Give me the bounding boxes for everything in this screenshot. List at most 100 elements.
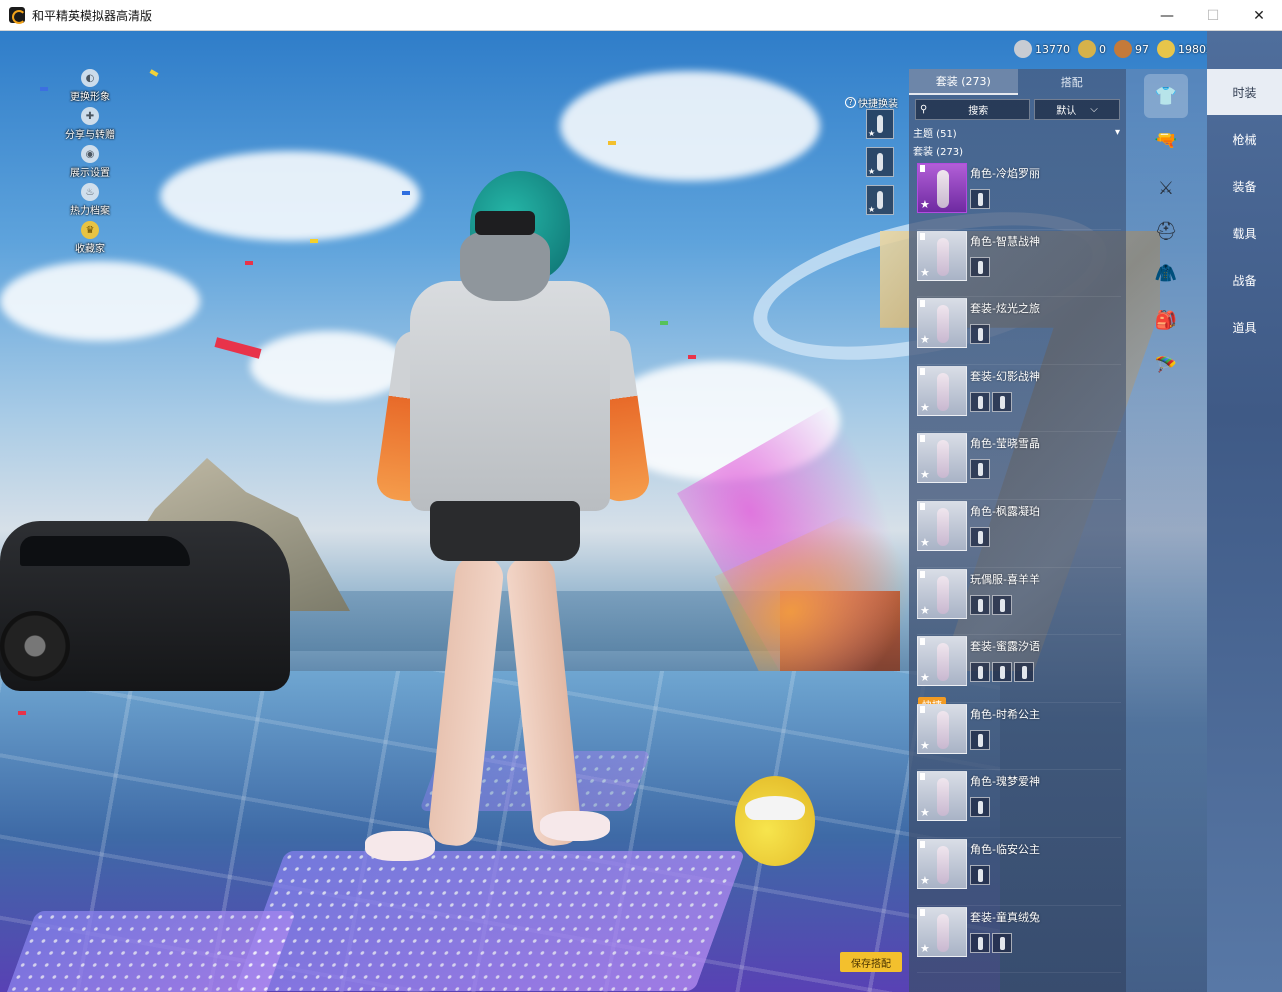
backpack-icon[interactable]: 🎒	[1146, 301, 1186, 339]
outfit-item[interactable]: ★ 角色-临安公主	[917, 838, 1121, 906]
category-tab[interactable]: 装备	[1207, 163, 1282, 209]
quick-slot[interactable]: ★	[866, 147, 894, 177]
search-input[interactable]: ⚲ 搜索	[915, 99, 1031, 120]
star-icon: ★	[920, 806, 930, 820]
outfit-figure	[937, 845, 949, 884]
quick-slot[interactable]: ★	[866, 185, 894, 215]
player-character[interactable]	[365, 171, 652, 891]
outfit-item[interactable]: ★ 套装-童真绒兔	[917, 906, 1121, 974]
outfit-part-slot[interactable]	[970, 459, 990, 480]
sort-dropdown[interactable]: 默认 ⌵	[1034, 99, 1120, 120]
sort-label: 默认	[1056, 106, 1077, 117]
confetti	[40, 87, 48, 91]
outfit-tabs: 套装 (273) 搭配	[909, 69, 1126, 95]
outfit-name: 套装-蜜露汐语	[970, 640, 1040, 654]
outfit-list: ★ 角色-冷焰罗丽 ★ 角色-智慧战神 ★ 套装-炫光之旅 ★ 套装-幻影战神 ★ 角色-莹晓雪晶…	[917, 162, 1121, 974]
helmet-icon[interactable]: ⛑	[1146, 212, 1186, 250]
confetti	[608, 141, 616, 145]
currency[interactable]: 0	[1078, 40, 1106, 58]
tag-icon	[920, 435, 925, 443]
outfit-part-slot[interactable]	[970, 729, 990, 750]
category-tab[interactable]: 战备	[1207, 257, 1282, 303]
outfit-part-slot[interactable]	[970, 256, 990, 277]
currency[interactable]: 97	[1114, 40, 1149, 58]
window-close-button[interactable]: ✕	[1236, 0, 1282, 31]
app-logo-icon	[9, 7, 26, 24]
star-icon: ★	[920, 333, 930, 347]
category-tab[interactable]: 枪械	[1207, 116, 1282, 162]
character-right-leg	[504, 554, 584, 848]
outfit-part-slot[interactable]	[970, 864, 990, 885]
outfit-part-slot[interactable]	[970, 391, 990, 412]
outfit-part-slot[interactable]	[970, 797, 990, 818]
left-menu-label: 收藏家	[75, 244, 105, 255]
outfit-name: 角色-瑰梦爱神	[970, 775, 1040, 789]
outfit-info: 角色-智慧战神	[970, 233, 1040, 277]
outfit-item[interactable]: 快捷★角色-时希公主	[917, 696, 1121, 771]
outfit-item[interactable]: ★ 角色-莹晓雪晶	[917, 432, 1121, 500]
flame-icon: ♨	[81, 183, 99, 201]
outfit-figure	[937, 710, 949, 749]
outfit-part-slot[interactable]	[992, 594, 1012, 615]
weapon-icon[interactable]: ⚔	[1146, 169, 1186, 207]
outfit-part-slot[interactable]	[970, 189, 990, 209]
outfit-item[interactable]: ★ 角色-冷焰罗丽	[917, 162, 1121, 230]
left-menu-item[interactable]: ♨ 热力档案	[60, 183, 120, 221]
chick-pet[interactable]	[735, 776, 815, 866]
outfit-part-slot[interactable]	[992, 391, 1012, 412]
outfit-item[interactable]: ★ 套装-幻影战神	[917, 365, 1121, 433]
outfit-part-slot[interactable]	[992, 662, 1012, 683]
quick-slot[interactable]: ★	[866, 109, 894, 139]
minimize-button[interactable]: —	[1144, 0, 1190, 31]
outfit-item[interactable]: ★ 套装-炫光之旅	[917, 297, 1121, 365]
outfit-info: 角色-临安公主	[970, 841, 1040, 885]
outfit-item[interactable]: ★ 角色-智慧战神	[917, 230, 1121, 298]
outfit-part-slot[interactable]	[970, 932, 990, 953]
parachute-icon[interactable]: 🪂	[1146, 346, 1186, 384]
confetti	[18, 711, 26, 715]
outfit-part-slot[interactable]	[970, 526, 990, 547]
outfit-item[interactable]: ★ 角色-枫露凝珀	[917, 500, 1121, 568]
gun-skin-icon[interactable]: 🔫	[1146, 121, 1186, 159]
outfit-part-slot[interactable]	[1014, 662, 1034, 683]
outfit-icon[interactable]: 👕	[1144, 74, 1188, 118]
jacket-icon[interactable]: 🧥	[1146, 254, 1186, 292]
left-menu-item[interactable]: ♛ 收藏家	[60, 221, 120, 259]
left-menu-label: 展示设置	[70, 168, 110, 179]
left-menu-item[interactable]: ◐ 更换形象	[60, 69, 120, 107]
confetti	[149, 69, 159, 77]
collector-badge-icon: ♛	[81, 221, 99, 239]
currency[interactable]: 19802	[1157, 40, 1213, 58]
outfit-figure	[877, 191, 883, 209]
outfit-info: 套装-童真绒兔	[970, 909, 1040, 953]
theme-group-header[interactable]: 主题 (51) ▾	[913, 125, 1120, 140]
currency-value: 0	[1099, 42, 1106, 56]
help-icon[interactable]: ?	[845, 97, 856, 108]
category-tab[interactable]: 时装	[1207, 69, 1282, 115]
tab-combos[interactable]: 搭配	[1018, 69, 1127, 95]
save-outfit-button[interactable]: 保存搭配	[840, 952, 902, 972]
outfit-item[interactable]: ★ 玩偶服-喜羊羊	[917, 568, 1121, 636]
maximize-button[interactable]: ☐	[1190, 0, 1236, 31]
outfit-info: 角色-冷焰罗丽	[970, 165, 1040, 209]
character-scarf	[460, 231, 550, 301]
outfit-part-slot[interactable]	[970, 324, 990, 345]
category-tab[interactable]: 道具	[1207, 304, 1282, 350]
star-icon: ★	[920, 738, 930, 752]
outfit-figure	[937, 440, 949, 479]
outfit-item[interactable]: ★ 套装-蜜露汐语	[917, 635, 1121, 703]
outfit-info: 套装-幻影战神	[970, 368, 1040, 412]
outfit-parts	[970, 324, 1040, 345]
left-menu-item[interactable]: ◉ 展示设置	[60, 145, 120, 183]
outfit-parts	[970, 594, 1040, 615]
outfit-part-slot[interactable]	[992, 932, 1012, 953]
currency[interactable]: 13770	[1014, 40, 1070, 58]
outfit-part-slot[interactable]	[970, 594, 990, 615]
outfit-item[interactable]: ★ 角色-瑰梦爱神	[917, 770, 1121, 838]
category-tab[interactable]: 载具	[1207, 210, 1282, 256]
outfit-name: 角色-临安公主	[970, 842, 1040, 856]
left-menu-item[interactable]: ✚ 分享与转赠	[60, 107, 120, 145]
tab-outfits[interactable]: 套装 (273)	[909, 69, 1018, 95]
outfit-part-slot[interactable]	[970, 662, 990, 683]
quick-change-label[interactable]: ? 快捷换装	[845, 95, 898, 110]
